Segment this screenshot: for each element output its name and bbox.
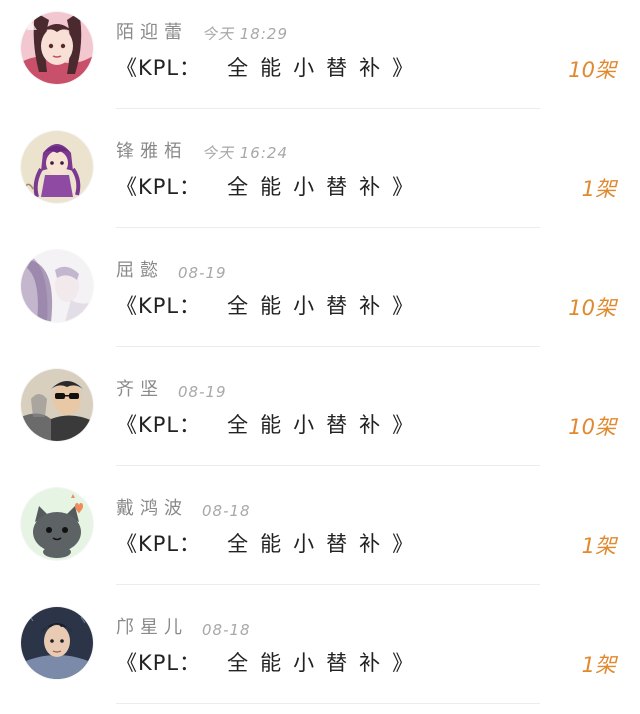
purple-hair-girl-avatar-icon[interactable] bbox=[21, 131, 93, 203]
title-rest: 全能小替补》 bbox=[227, 294, 426, 318]
list-item[interactable]: 陌迎蕾 今天 18:29 《KPL： 全能小替补》 10架 bbox=[0, 0, 640, 119]
anime-girl-pink-avatar-icon[interactable] bbox=[21, 12, 93, 84]
gift-date: 08-19 bbox=[178, 383, 227, 401]
title-prefix: 《KPL： bbox=[116, 294, 202, 318]
gift-count: 10架 bbox=[568, 296, 616, 320]
gift-date: 08-18 bbox=[202, 502, 251, 520]
sender-name: 邝星儿 bbox=[116, 617, 188, 638]
gift-title: 《KPL： 全能小替补》 bbox=[116, 171, 425, 201]
grey-cat-avatar-icon[interactable] bbox=[21, 488, 93, 560]
gift-title: 《KPL： 全能小替补》 bbox=[116, 647, 425, 677]
gift-title: 《KPL： 全能小替补》 bbox=[116, 409, 425, 439]
title-rest: 全能小替补》 bbox=[227, 532, 426, 556]
gift-count: 1架 bbox=[581, 653, 616, 677]
list-item[interactable]: 戴鸿波 08-18 《KPL： 全能小替补》 1架 bbox=[0, 476, 640, 595]
gift-title: 《KPL： 全能小替补》 bbox=[116, 528, 425, 558]
gift-count: 1架 bbox=[581, 534, 616, 558]
title-prefix: 《KPL： bbox=[116, 413, 202, 437]
title-rest: 全能小替补》 bbox=[227, 651, 426, 675]
row-divider bbox=[116, 465, 540, 466]
list-item[interactable]: 屈懿 08-19 《KPL： 全能小替补》 10架 bbox=[0, 238, 640, 357]
gift-count: 10架 bbox=[568, 58, 616, 82]
list-item[interactable]: 锋雅栢 今天 16:24 《KPL： 全能小替补》 1架 bbox=[0, 119, 640, 238]
pale-purple-hair-avatar-icon[interactable] bbox=[21, 250, 93, 322]
young-man-avatar-icon[interactable] bbox=[21, 607, 93, 679]
list-item[interactable]: 齐坚 08-19 《KPL： 全能小替补》 10架 bbox=[0, 357, 640, 476]
row-divider bbox=[116, 108, 540, 109]
title-rest: 全能小替补》 bbox=[227, 175, 426, 199]
gift-date: 今天 16:24 bbox=[202, 144, 288, 162]
gift-date: 08-19 bbox=[178, 264, 227, 282]
sender-name: 锋雅栢 bbox=[116, 141, 188, 162]
gift-title: 《KPL： 全能小替补》 bbox=[116, 290, 425, 320]
row-divider bbox=[116, 227, 540, 228]
row-divider bbox=[116, 584, 540, 585]
man-sunglasses-avatar-icon[interactable] bbox=[21, 369, 93, 441]
title-prefix: 《KPL： bbox=[116, 175, 202, 199]
title-prefix: 《KPL： bbox=[116, 56, 202, 80]
sender-name: 陌迎蕾 bbox=[116, 22, 188, 43]
row-divider bbox=[116, 703, 540, 704]
list-item[interactable]: 邝星儿 08-18 《KPL： 全能小替补》 1架 bbox=[0, 595, 640, 714]
title-rest: 全能小替补》 bbox=[227, 56, 426, 80]
gift-count: 10架 bbox=[568, 415, 616, 439]
title-prefix: 《KPL： bbox=[116, 651, 202, 675]
sender-name: 齐坚 bbox=[116, 379, 164, 400]
gift-count: 1架 bbox=[581, 177, 616, 201]
sender-name: 戴鸿波 bbox=[116, 498, 188, 519]
gift-title: 《KPL： 全能小替补》 bbox=[116, 52, 425, 82]
gift-date: 今天 18:29 bbox=[202, 25, 288, 43]
row-divider bbox=[116, 346, 540, 347]
sender-name: 屈懿 bbox=[116, 260, 164, 281]
title-prefix: 《KPL： bbox=[116, 532, 202, 556]
gift-date: 08-18 bbox=[202, 621, 251, 639]
title-rest: 全能小替补》 bbox=[227, 413, 426, 437]
gift-list: 陌迎蕾 今天 18:29 《KPL： 全能小替补》 10架 锋雅栢 今天 16:… bbox=[0, 0, 640, 710]
